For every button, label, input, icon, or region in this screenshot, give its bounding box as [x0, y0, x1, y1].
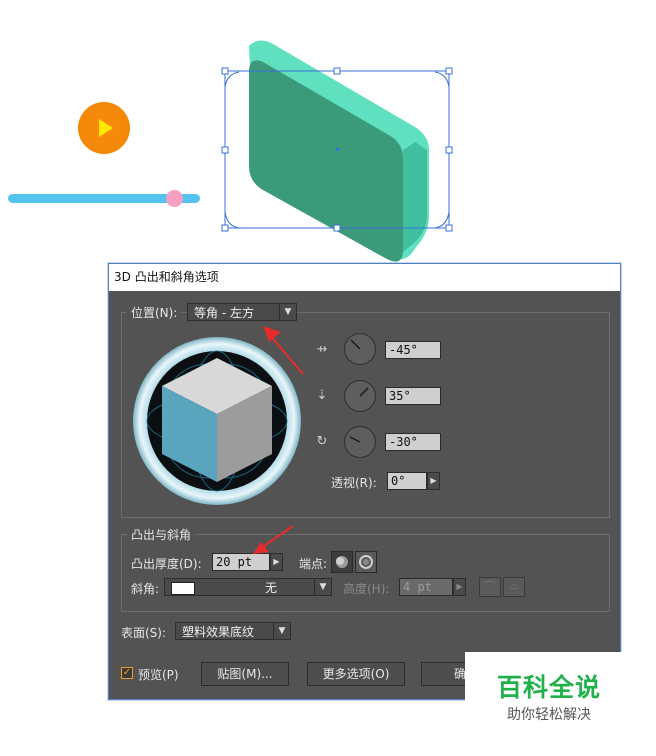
preview-checkbox[interactable]: ✓: [121, 667, 133, 679]
cap-off-icon: [359, 555, 373, 569]
3d-extrude-bevel-dialog: 3D 凸出和斜角选项 位置(N): 等角 - 左方 ▼ ⇸ -45° ⇣ 35°…: [108, 263, 621, 700]
cap-on-icon: [336, 556, 348, 568]
slider-handle[interactable]: [166, 190, 183, 207]
surface-value: 塑料效果底纹: [182, 625, 255, 639]
position-label: 位置(N):: [127, 304, 182, 321]
perspective-field[interactable]: 0°: [387, 472, 427, 490]
3d-extruded-shape[interactable]: [215, 32, 460, 267]
dialog-title[interactable]: 3D 凸出和斜角选项: [109, 264, 620, 291]
bevel-value: 无: [265, 581, 278, 595]
y-axis-rotation-icon: ⇣: [316, 388, 328, 403]
surface-label: 表面(S):: [121, 626, 167, 640]
dropdown-arrow-icon: ▼: [279, 304, 296, 320]
position-dropdown[interactable]: 等角 - 左方 ▼: [187, 303, 297, 321]
bevel-extent-in-icon[interactable]: ⌓: [503, 577, 525, 597]
position-value: 等角 - 左方: [194, 306, 254, 320]
bevel-height-arrow-icon[interactable]: ▶: [453, 578, 466, 596]
more-options-button[interactable]: 更多选项(O): [307, 662, 405, 686]
watermark-title: 百科全说: [496, 673, 601, 702]
bevel-height-label: 高度(H):: [343, 582, 390, 596]
extrude-depth-label: 凸出厚度(D):: [131, 557, 202, 571]
bevel-dropdown[interactable]: 无 ▼: [164, 578, 332, 596]
extrude-bevel-label: 凸出与斜角: [127, 526, 196, 543]
preview-label: 预览(P): [138, 668, 179, 682]
perspective-arrow-icon[interactable]: ▶: [427, 472, 440, 490]
x-rotation-dial[interactable]: [344, 333, 376, 365]
bevel-height-field[interactable]: 4 pt: [399, 578, 453, 596]
surface-dropdown[interactable]: 塑料效果底纹 ▼: [175, 622, 291, 640]
map-art-button[interactable]: 贴图(M)...: [201, 662, 289, 686]
cap-label: 端点:: [299, 557, 328, 571]
cap-off-button[interactable]: [355, 551, 377, 573]
x-axis-rotation-icon: ⇸: [316, 342, 328, 357]
x-rotation-field[interactable]: -45°: [385, 341, 441, 359]
z-rotation-dial[interactable]: [344, 426, 376, 458]
dropdown-arrow-icon: ▼: [273, 623, 290, 639]
perspective-label: 透视(R):: [331, 476, 377, 490]
z-axis-rotation-icon: ↻: [316, 434, 328, 449]
bevel-extent-out-icon[interactable]: ⌒: [479, 577, 501, 597]
y-rotation-field[interactable]: 35°: [385, 387, 441, 405]
watermark-subtitle: 助你轻松解决: [507, 707, 591, 723]
z-rotation-field[interactable]: -30°: [385, 433, 441, 451]
play-button[interactable]: [78, 102, 130, 154]
cap-on-button[interactable]: [331, 551, 353, 573]
bevel-preview-swatch: [171, 582, 195, 595]
bevel-label: 斜角:: [131, 582, 160, 596]
rotation-trackball[interactable]: [132, 336, 302, 506]
dropdown-arrow-icon: ▼: [314, 579, 331, 595]
watermark: 百科全说 助你轻松解决: [465, 652, 633, 732]
annotation-arrow-2: [253, 525, 294, 554]
y-rotation-dial[interactable]: [344, 380, 376, 412]
